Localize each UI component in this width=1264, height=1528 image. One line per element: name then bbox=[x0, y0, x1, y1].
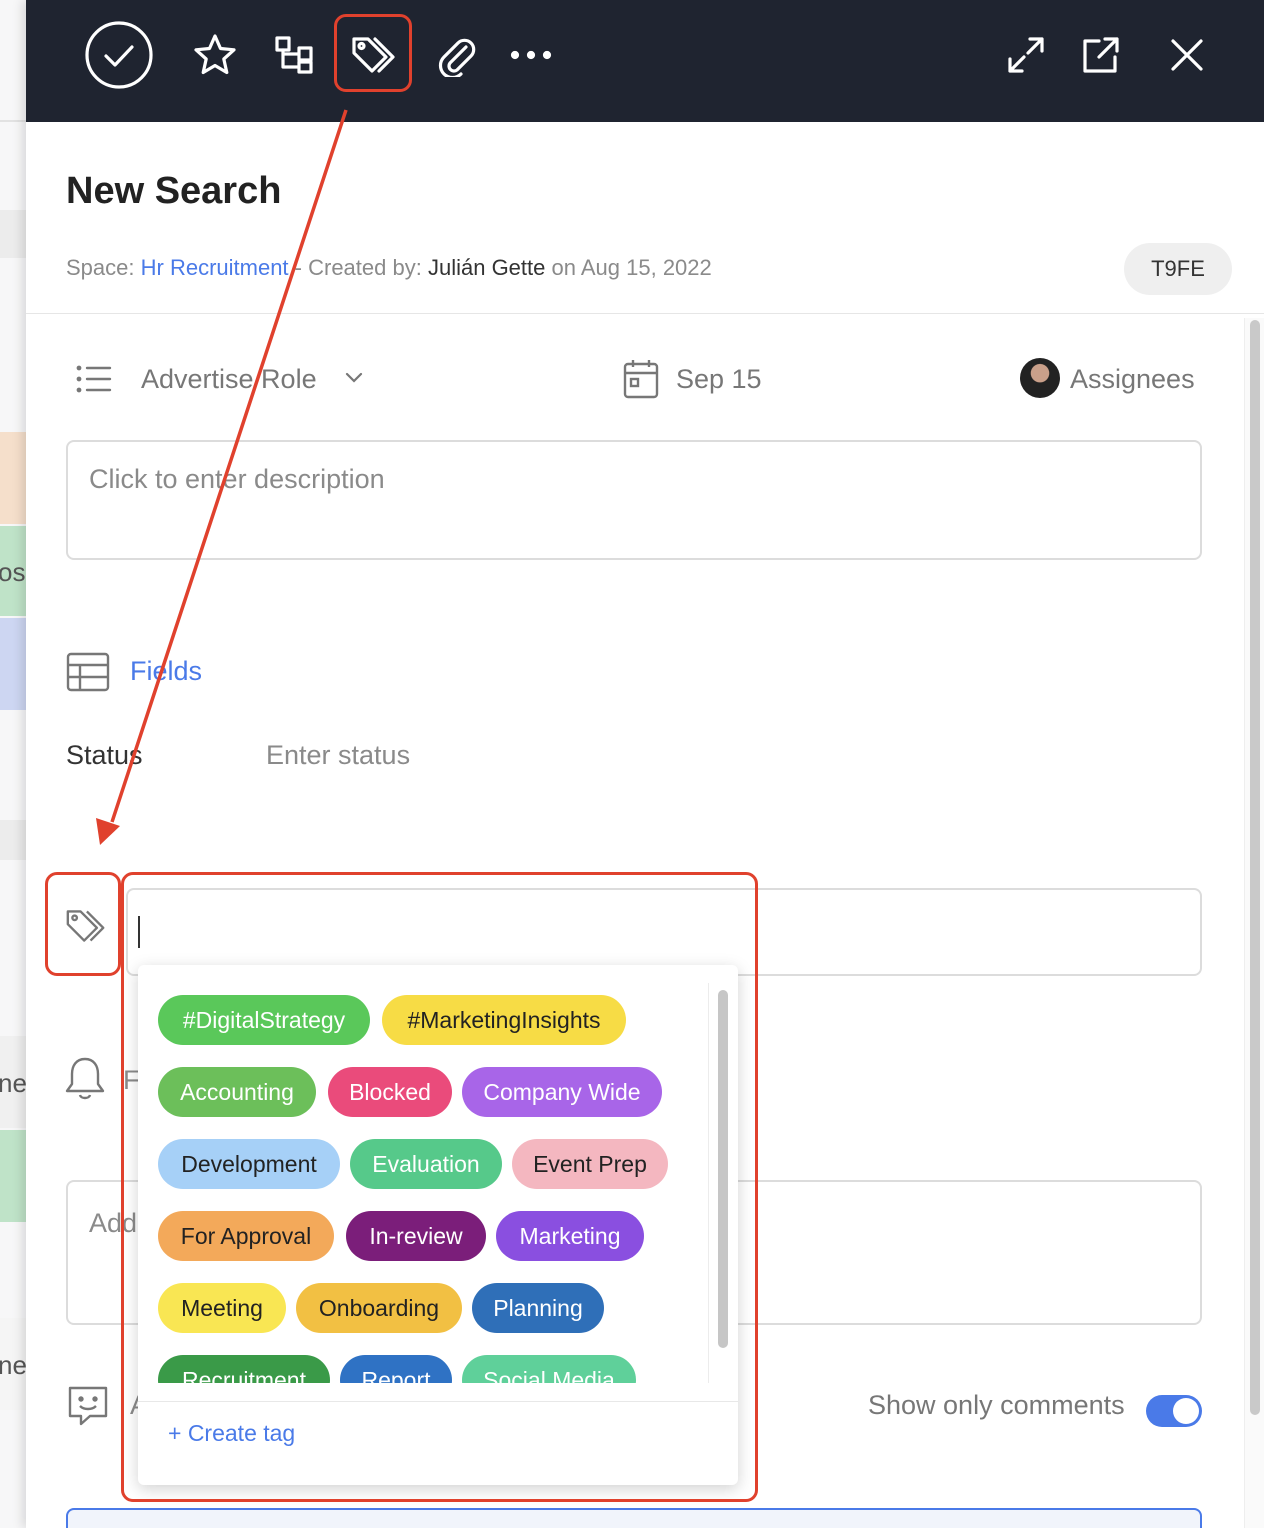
check-circle-icon[interactable] bbox=[84, 20, 154, 90]
expand-icon[interactable] bbox=[991, 20, 1061, 90]
show-only-comments-toggle[interactable] bbox=[1146, 1395, 1202, 1427]
fields-link[interactable]: Fields bbox=[130, 656, 202, 687]
header-divider bbox=[26, 313, 1264, 314]
task-meta: Space: Hr Recruitment - Created by: Juli… bbox=[66, 255, 712, 281]
page-title: New Search bbox=[66, 170, 282, 212]
list-selector[interactable]: Advertise Role bbox=[141, 364, 317, 395]
open-external-icon[interactable] bbox=[1066, 20, 1136, 90]
bg-partial-text: ne bbox=[0, 1068, 27, 1098]
star-icon[interactable] bbox=[180, 20, 250, 90]
bottom-input[interactable] bbox=[66, 1508, 1202, 1528]
created-label: - Created by: bbox=[294, 255, 422, 280]
space-label: Space: bbox=[66, 255, 135, 280]
more-icon[interactable] bbox=[496, 20, 566, 90]
bg-partial-text: osi bbox=[0, 557, 28, 587]
panel-scrollbar-thumb[interactable] bbox=[1250, 320, 1260, 1415]
description-field[interactable]: Click to enter description bbox=[66, 440, 1202, 560]
annotation-box-toolbar-tag bbox=[334, 14, 412, 92]
bg-partial-text: ne bbox=[0, 1350, 27, 1380]
creator-name: Julián Gette bbox=[427, 255, 546, 280]
due-date[interactable]: Sep 15 bbox=[676, 364, 762, 395]
assignees-button[interactable]: Assignees bbox=[1070, 364, 1195, 395]
toggle-knob bbox=[1173, 1398, 1199, 1424]
annotation-box-tag-dropdown bbox=[121, 872, 758, 1502]
close-icon[interactable] bbox=[1152, 20, 1222, 90]
space-link[interactable]: Hr Recruitment bbox=[141, 255, 289, 280]
comment-smile-icon bbox=[66, 1384, 110, 1433]
annotation-box-tag-icon bbox=[45, 872, 121, 976]
background-app: osi ne ne bbox=[0, 0, 28, 1528]
avatar[interactable] bbox=[1020, 358, 1060, 398]
status-label: Status bbox=[66, 740, 143, 770]
bell-icon bbox=[64, 1055, 106, 1106]
show-only-comments-label: Show only comments bbox=[868, 1390, 1125, 1420]
status-input[interactable]: Enter status bbox=[266, 740, 410, 771]
list-icon bbox=[76, 364, 112, 399]
calendar-icon bbox=[622, 358, 660, 405]
paperclip-icon[interactable] bbox=[421, 20, 491, 90]
subtask-icon[interactable] bbox=[259, 20, 329, 90]
created-date: on Aug 15, 2022 bbox=[551, 255, 712, 280]
chevron-down-icon[interactable] bbox=[344, 370, 364, 389]
task-toolbar bbox=[26, 0, 1264, 122]
table-icon bbox=[66, 652, 110, 697]
task-id-badge[interactable]: T9FE bbox=[1124, 243, 1232, 295]
